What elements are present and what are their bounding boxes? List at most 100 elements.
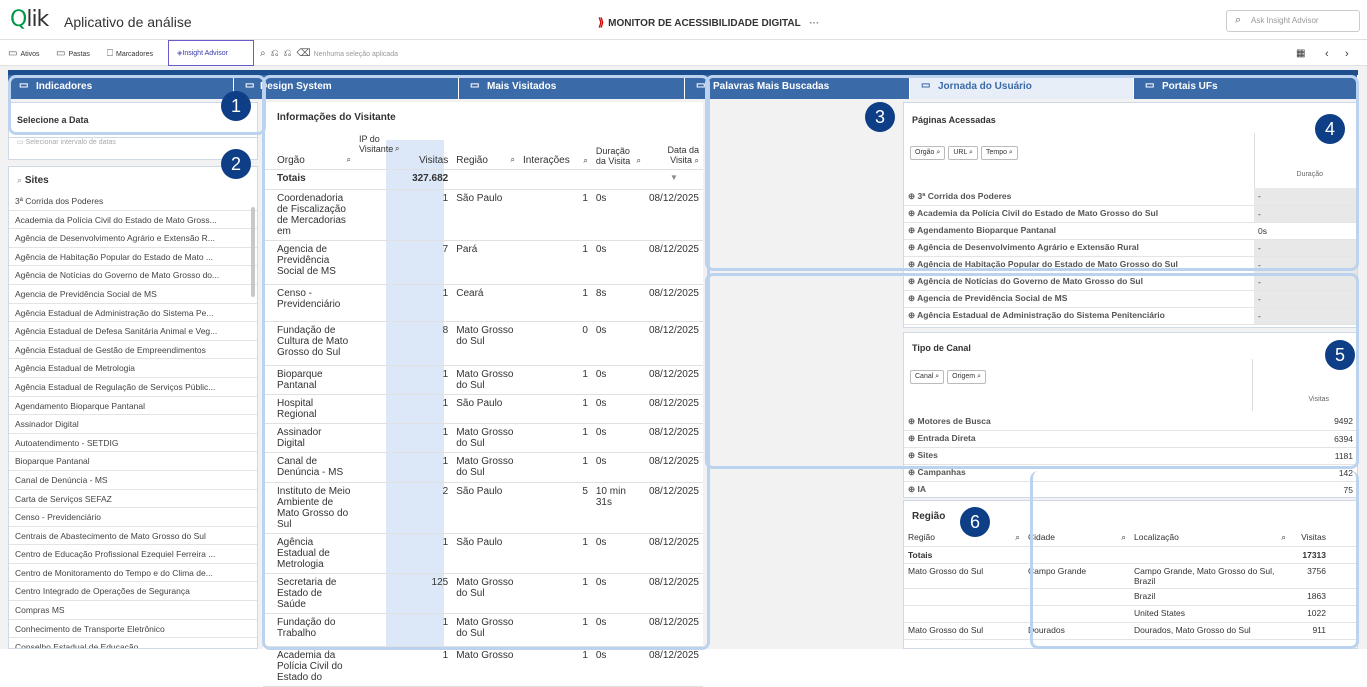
forward-step-icon[interactable]: ⎌ xyxy=(284,48,292,59)
tab-palavras[interactable]: ▭ Palavras Mais Buscadas xyxy=(685,75,910,99)
prev-sheet-icon[interactable]: ‹ xyxy=(1325,40,1329,66)
cell-orgao[interactable]: Canal de Denúncia - MS xyxy=(263,452,355,483)
cell-ip[interactable] xyxy=(354,423,404,453)
chip-tempo[interactable]: Tempo ⌕ xyxy=(980,146,1018,160)
table-row[interactable]: Censo - Previdenciário 1 Ceará 1 8s 08/12/202… xyxy=(263,284,703,322)
cell-orgao[interactable]: Agencia de Previdência Social de MS xyxy=(263,240,355,285)
cell-ip[interactable] xyxy=(354,533,404,574)
cell-orgao[interactable]: Coordenadoria de Fiscalização de Mercado… xyxy=(263,189,355,241)
cell-ip[interactable] xyxy=(354,321,404,366)
site-list-item[interactable]: Agencia de Previdência Social de MS xyxy=(9,285,257,304)
cell-regiao[interactable]: São Paulo xyxy=(452,482,520,534)
channel-cell[interactable]: ⊕ Sites xyxy=(904,447,1252,465)
pastas-button[interactable]: ▭ Pastas xyxy=(56,40,90,66)
region-cell[interactable]: Campo Grande, Mato Grosso do Sul, Brazil xyxy=(1130,563,1290,589)
table-row[interactable]: ⊕ IA 75 xyxy=(904,481,1357,497)
region-cell[interactable]: United States xyxy=(1130,605,1290,623)
site-list-item[interactable]: Assinador Digital xyxy=(9,415,257,434)
table-row[interactable]: Mato Grosso do Sul Dourados Dourados, Mato… xyxy=(904,622,1357,640)
date-range-panel[interactable]: ▭ Selecionar intervalo de datas xyxy=(8,138,258,160)
ask-insight-input[interactable]: ⌕ Ask Insight Advisor xyxy=(1226,10,1360,32)
site-list-item[interactable]: Conselho Estadual de Educação xyxy=(9,638,257,648)
search-icon[interactable]: ⌕ xyxy=(1015,532,1020,543)
cell-ip[interactable] xyxy=(354,613,404,647)
tab-portais-ufs[interactable]: ▭ Portais UFs xyxy=(1134,75,1358,99)
tab-design-system[interactable]: ▭ Design System xyxy=(234,75,459,99)
expand-icon[interactable]: ⊕ xyxy=(908,242,915,252)
region-cell[interactable] xyxy=(1024,605,1130,623)
cell-regiao[interactable]: Mato Grosso do Sul xyxy=(452,452,520,483)
cell-regiao[interactable]: Ceará xyxy=(452,284,520,322)
table-row[interactable]: Agência Estadual de Metrologia 1 São Paulo… xyxy=(263,533,703,574)
qlik-logo[interactable]: Qlik xyxy=(10,7,49,32)
back-step-icon[interactable]: ⎌ xyxy=(271,48,279,59)
search-icon[interactable]: ⌕ xyxy=(395,144,399,154)
insight-advisor-button[interactable]: ◈Insight Advisor xyxy=(168,40,254,66)
expand-icon[interactable]: ⊕ xyxy=(908,450,915,460)
site-list-item[interactable]: Censo - Previdenciário xyxy=(9,508,257,527)
cell-ip[interactable] xyxy=(354,646,404,687)
cell-orgao[interactable]: Fundação do Trabalho xyxy=(263,613,355,647)
col-cidade[interactable]: Cidade ⌕ xyxy=(1024,529,1130,547)
table-row[interactable]: Assinador Digital 1 Mato Grosso do Sul 1 0s 0… xyxy=(263,423,703,453)
site-list-item[interactable]: Agência Estadual de Regulação de Serviço… xyxy=(9,378,257,397)
channel-cell[interactable]: ⊕ Motores de Busca xyxy=(904,413,1252,431)
site-list-item[interactable]: Agência de Notícias do Governo de Mato G… xyxy=(9,266,257,285)
table-row[interactable]: Mato Grosso do Sul Campo Grande Campo Gran… xyxy=(904,563,1357,589)
expand-icon[interactable]: ⊕ xyxy=(908,484,915,494)
col-regiao[interactable]: Região ⌕ xyxy=(452,131,520,170)
table-row[interactable]: ⊕ Agência Estadual de Administração do S… xyxy=(904,307,1357,325)
tab-indicadores[interactable]: ▭ Indicadores xyxy=(8,75,234,99)
col-visitas[interactable]: Visitas xyxy=(403,131,453,170)
expand-icon[interactable]: ⊕ xyxy=(908,310,915,320)
region-cell[interactable]: Mato Grosso do Sul xyxy=(904,563,1024,589)
cell-ip[interactable] xyxy=(354,284,404,322)
table-row[interactable]: ⊕ Academia da Polícia Civil do Estado de… xyxy=(904,205,1357,223)
tab-jornada[interactable]: ▭ Jornada do Usuário xyxy=(910,75,1134,99)
page-cell[interactable]: ⊕ Agência Estadual de Administração do S… xyxy=(904,307,1254,325)
region-cell[interactable]: Brazil xyxy=(1130,588,1290,606)
ativos-button[interactable]: ▭ Ativos xyxy=(8,40,40,66)
table-row[interactable]: Fundação de Cultura de Mato Grosso do Su… xyxy=(263,321,703,366)
site-list-item[interactable]: Centrais de Abastecimento de Mato Grosso… xyxy=(9,527,257,546)
expand-icon[interactable]: ⊕ xyxy=(908,293,915,303)
search-icon[interactable]: ⌕ xyxy=(346,155,350,165)
cell-orgao[interactable]: Academia da Polícia Civil do Estado do xyxy=(263,646,355,687)
cell-orgao[interactable]: Bioparque Pantanal xyxy=(263,365,355,395)
expand-icon[interactable]: ⊕ xyxy=(908,433,915,443)
search-icon[interactable]: ⌕ xyxy=(695,156,699,165)
col-orgao[interactable]: Orgão ⌕ xyxy=(263,131,355,170)
site-list-item[interactable]: Compras MS xyxy=(9,601,257,620)
search-icon[interactable]: ⌕ xyxy=(1121,532,1126,543)
col-visitas[interactable]: Visitas xyxy=(1290,529,1330,547)
site-list-item[interactable]: Centro Integrado de Operações de Seguran… xyxy=(9,582,257,602)
table-row[interactable]: Canal de Denúncia - MS 1 Mato Grosso do Su… xyxy=(263,452,703,483)
site-list-item[interactable]: Agendamento Bioparque Pantanal xyxy=(9,397,257,416)
chip-canal[interactable]: Canal ⌕ xyxy=(910,370,945,384)
cell-ip[interactable] xyxy=(354,240,404,285)
table-row[interactable]: ⊕ 3ª Corrida dos Poderes - xyxy=(904,188,1357,206)
table-row[interactable]: Bioparque Pantanal 1 Mato Grosso do Sul 1 0s… xyxy=(263,365,703,395)
channel-cell[interactable]: ⊕ Entrada Direta xyxy=(904,430,1252,448)
chip-url[interactable]: URL ⌕ xyxy=(948,146,978,160)
expand-icon[interactable]: ⊕ xyxy=(908,208,915,218)
table-row[interactable]: ⊕ Agência de Habitação Popular do Estado… xyxy=(904,256,1357,274)
cell-regiao[interactable]: Mato Grosso do Sul xyxy=(452,423,520,453)
cell-orgao[interactable]: Censo - Previdenciário xyxy=(263,284,355,322)
site-list-item[interactable]: Conhecimento de Transporte Eletrônico xyxy=(9,620,257,639)
more-icon[interactable]: ··· xyxy=(809,18,819,29)
sites-scrollbar[interactable] xyxy=(251,207,255,297)
site-list-item[interactable]: Autoatendimento - SETDIG xyxy=(9,434,257,453)
sort-desc-icon[interactable]: ▼ xyxy=(644,169,703,190)
table-row[interactable]: Coordenadoria de Fiscalização de Mercado… xyxy=(263,189,703,241)
table-row[interactable]: ⊕ Sites 1181 xyxy=(904,447,1357,465)
region-cell[interactable] xyxy=(1024,588,1130,606)
site-list-item[interactable]: Carta de Serviços SEFAZ xyxy=(9,490,257,509)
expand-icon[interactable]: ⊕ xyxy=(908,276,915,286)
table-row[interactable]: Academia da Polícia Civil do Estado do 1 M… xyxy=(263,646,703,687)
grid-icon[interactable]: ▦ xyxy=(1296,40,1305,66)
cell-ip[interactable] xyxy=(354,573,404,614)
chip-orgao[interactable]: Orgão ⌕ xyxy=(910,146,946,160)
site-list-item[interactable]: Agência Estadual de Defesa Sanitária Ani… xyxy=(9,322,257,341)
cell-orgao[interactable]: Secretaria de Estado de Saúde xyxy=(263,573,355,614)
